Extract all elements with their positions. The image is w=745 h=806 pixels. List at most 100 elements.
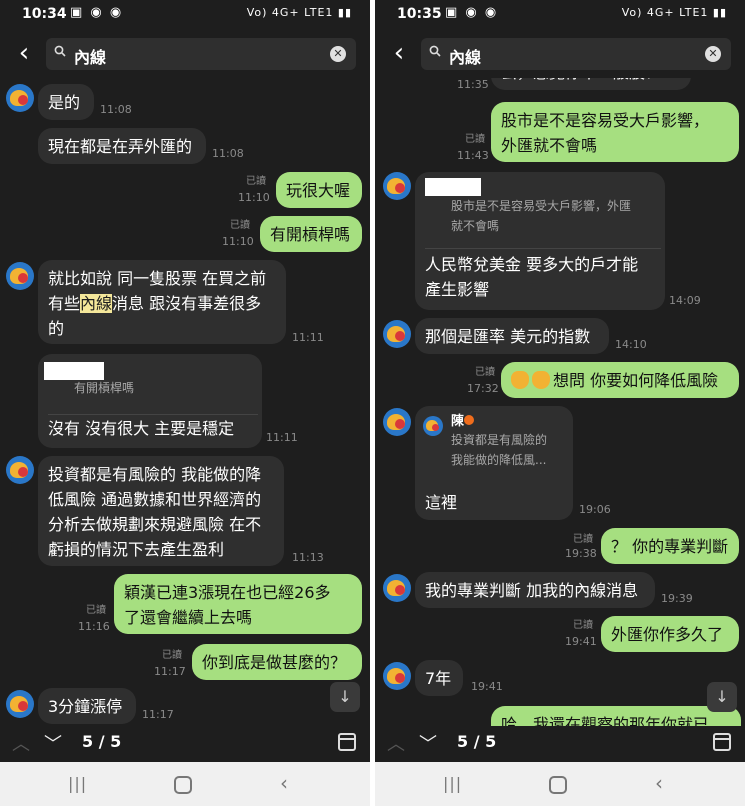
avatar[interactable]: [6, 456, 34, 484]
read-status: 已讀: [573, 620, 593, 631]
chevron-down-icon[interactable]: ﹀: [44, 730, 62, 756]
message-time: 11:16: [78, 620, 110, 633]
message-time: 14:09: [669, 294, 701, 307]
message-time: 11:35: [457, 78, 489, 91]
avatar[interactable]: [6, 262, 34, 290]
message-bubble[interactable]: 外匯你作多久了: [601, 616, 739, 652]
home-icon[interactable]: [174, 776, 192, 794]
message-time: 11:13: [292, 551, 324, 564]
search-result-navigator: ︿ ﹀ 5 / 5: [0, 726, 370, 762]
scroll-down-icon[interactable]: ↓: [330, 682, 360, 712]
message-list[interactable]: 是的 11:08 現在都是在弄外匯的 11:08 已讀 11:10 玩很大喔 已…: [0, 78, 370, 726]
message-line: 穎漢已連3漲現在也已經26多: [124, 583, 331, 602]
read-status: 已讀: [230, 220, 250, 231]
message-bubble[interactable]: 有開槓桿嗎: [260, 216, 362, 252]
status-time: 10:34: [22, 6, 67, 22]
message-time: 19:41: [471, 680, 503, 693]
avatar[interactable]: [6, 84, 34, 112]
reply-message-bubble[interactable]: 股市是不是容易受大戶影響，外匯 就不會嗎 人民幣兌美金 要多大的戶才能 產生影響: [415, 172, 665, 310]
chevron-up-icon[interactable]: ︿: [387, 730, 405, 756]
search-query: 內線: [449, 48, 482, 67]
message-list[interactable]: 11:35 云，感覺你不一般股？ 已讀 11:43 股市是不是容易受大戶影響， …: [375, 78, 745, 726]
message-time: 19:06: [579, 503, 611, 516]
avatar[interactable]: [383, 662, 411, 690]
waving-hand-icon: [511, 371, 529, 389]
quoted-text: 有開槓桿嗎: [74, 381, 135, 395]
clear-icon[interactable]: ✕: [330, 46, 346, 62]
back-icon[interactable]: ‹: [12, 38, 36, 68]
message-text: 這裡: [425, 493, 458, 512]
message-bubble[interactable]: 現在都是在弄外匯的: [38, 128, 206, 164]
read-status: 已讀: [246, 176, 266, 187]
calendar-icon[interactable]: [713, 733, 731, 751]
message-line: 有些內線消息 跟沒有事差很多: [48, 294, 262, 313]
system-status-icons: Vo) 4G+ LTE1 ▮▮: [246, 6, 352, 19]
status-bar: 10:34 ▣ ◉ ◉ Vo) 4G+ LTE1 ▮▮: [0, 0, 370, 30]
notification-icons: ▣ ◉ ◉: [70, 5, 124, 20]
message-bubble[interactable]: 哈，我還在觀察的那年你就已: [491, 706, 741, 726]
system-nav-bar: ||| ‹: [0, 762, 370, 806]
search-icon: [429, 45, 441, 57]
message-bubble[interactable]: 是的: [38, 84, 94, 120]
message-bubble[interactable]: 7年: [415, 660, 463, 696]
message-line: 外匯就不會嗎: [501, 136, 598, 155]
message-bubble[interactable]: 就比如說 同一隻股票 在買之前 有些內線消息 跟沒有事差很多 的: [38, 260, 286, 344]
waving-hand-icon: [532, 371, 550, 389]
search-input[interactable]: 內線 ✕: [421, 38, 731, 70]
message-bubble[interactable]: 玩很大喔: [276, 172, 362, 208]
message-time: 14:10: [615, 338, 647, 351]
recents-icon[interactable]: |||: [68, 774, 87, 793]
message-bubble[interactable]: ？ 你的專業判斷: [601, 528, 739, 564]
chat-screen-right: 10:35 ▣ ◉ ◉ Vo) 4G+ LTE1 ▮▮ ‹ 內線 ✕ 11:35…: [375, 0, 745, 806]
chat-screen-left: 10:34 ▣ ◉ ◉ Vo) 4G+ LTE1 ▮▮ ‹ 內線 ✕ 是的 11…: [0, 0, 370, 806]
message-bubble[interactable]: 穎漢已連3漲現在也已經26多 了還會繼續上去嗎: [114, 574, 362, 634]
avatar[interactable]: [6, 690, 34, 718]
avatar[interactable]: [383, 172, 411, 200]
message-time: 19:39: [661, 592, 693, 605]
search-bar: ‹ 內線 ✕: [375, 34, 745, 78]
search-result-navigator: ︿ ﹀ 5 / 5: [375, 726, 745, 762]
read-status: 已讀: [86, 605, 106, 616]
message-bubble[interactable]: 我的專業判斷 加我的內線消息: [415, 572, 655, 608]
message-bubble[interactable]: 那個是匯率 美元的指數: [415, 318, 609, 354]
message-bubble[interactable]: 你到底是做甚麼的？: [192, 644, 362, 680]
message-line: 低風險 通過數據和世界經濟的: [48, 490, 262, 509]
avatar[interactable]: [383, 320, 411, 348]
read-status: 已讀: [475, 367, 495, 378]
quoted-sender: 陳: [451, 414, 475, 430]
message-bubble[interactable]: 想問 你要如何降低風險: [501, 362, 739, 398]
status-bar: 10:35 ▣ ◉ ◉ Vo) 4G+ LTE1 ▮▮: [375, 0, 745, 30]
scroll-down-icon[interactable]: ↓: [707, 682, 737, 712]
message-bubble[interactable]: 股市是不是容易受大戶影響， 外匯就不會嗎: [491, 102, 739, 162]
avatar[interactable]: [383, 574, 411, 602]
message-bubble[interactable]: 投資都是有風險的 我能做的降 低風險 通過數據和世界經濟的 分析去做規劃來規避風…: [38, 456, 284, 566]
message-time: 11:17: [142, 708, 174, 721]
message-time: 11:08: [100, 103, 132, 116]
reply-message-bubble[interactable]: 陳 投資都是有風險的 我能做的降低風... 這裡: [415, 406, 573, 520]
back-icon[interactable]: ‹: [387, 38, 411, 68]
message-time: 11:10: [238, 191, 270, 204]
system-back-icon[interactable]: ‹: [655, 771, 663, 795]
message-time: 11:43: [457, 149, 489, 162]
message-bubble[interactable]: 云，感覺你不一般股？: [491, 78, 691, 90]
chevron-down-icon[interactable]: ﹀: [419, 730, 437, 756]
chevron-up-icon[interactable]: ︿: [12, 730, 30, 756]
reply-message-bubble[interactable]: 有開槓桿嗎 沒有 沒有很大 主要是穩定: [38, 354, 262, 448]
result-counter: 5 / 5: [457, 732, 497, 751]
message-line: 股市是不是容易受大戶影響，: [501, 111, 710, 130]
system-nav-bar: ||| ‹: [375, 762, 745, 806]
message-line: 分析去做規劃來規避風險 在不: [48, 515, 262, 534]
home-icon[interactable]: [549, 776, 567, 794]
message-line: 虧損的情況下去產生盈利: [48, 540, 225, 559]
system-back-icon[interactable]: ‹: [280, 771, 288, 795]
avatar[interactable]: [383, 408, 411, 436]
calendar-icon[interactable]: [338, 733, 356, 751]
message-line: 投資都是有風險的 我能做的降: [48, 465, 262, 484]
recents-icon[interactable]: |||: [443, 774, 462, 793]
message-bubble[interactable]: 3分鐘漲停: [38, 688, 136, 724]
clear-icon[interactable]: ✕: [705, 46, 721, 62]
quoted-text: 投資都是有風險的 我能做的降低風...: [451, 433, 548, 467]
search-input[interactable]: 內線 ✕: [46, 38, 356, 70]
message-time: 19:41: [565, 635, 597, 648]
read-status: 已讀: [465, 134, 485, 145]
